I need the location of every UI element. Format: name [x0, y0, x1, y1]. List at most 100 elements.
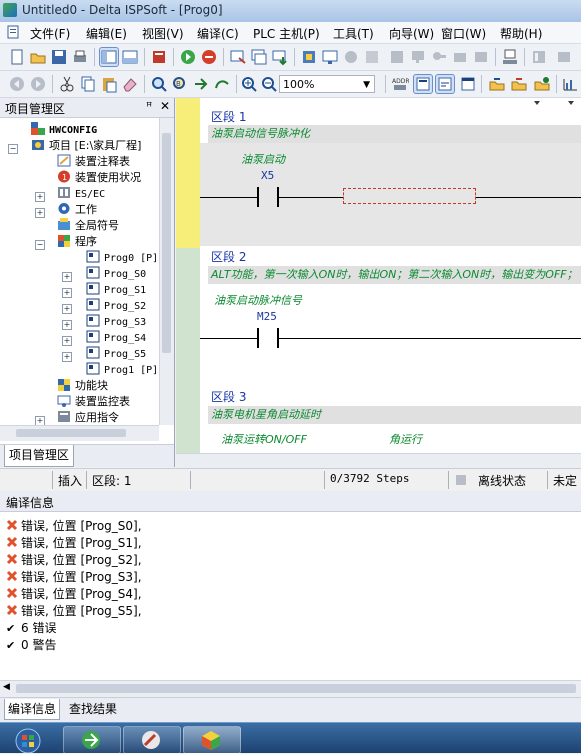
chevron-left-icon[interactable]: ◀ [3, 682, 10, 692]
upload-disabled-icon[interactable] [451, 48, 469, 66]
title-bar[interactable]: Untitled0 - Delta ISPSoft - [Prog0] [0, 0, 581, 23]
tree-item-prog-s2[interactable]: Prog_S2 [86, 298, 146, 314]
section-comment[interactable]: ALT功能，第一次输入ON时，输出ON；第二次输入ON时，输出变为OFF； [208, 266, 581, 284]
menu-view[interactable]: 视图(V) [142, 25, 184, 42]
tree-expand-prog-s0[interactable]: + [62, 272, 72, 282]
eraser-icon[interactable] [121, 75, 139, 93]
download-icon[interactable] [271, 48, 289, 66]
ladder-hscrollbar[interactable] [176, 453, 581, 468]
tree-item-prog0[interactable]: Prog0 [P] [86, 250, 158, 266]
menu-wizard[interactable]: 向导(W) [389, 25, 434, 42]
monitor-icon[interactable] [321, 48, 339, 66]
error-message[interactable]: 错误, 位置 [Prog_S4], [6, 586, 142, 603]
online-icon[interactable] [179, 48, 197, 66]
error-message[interactable]: 错误, 位置 [Prog_S2], [6, 552, 142, 569]
stop-icon[interactable] [200, 48, 218, 66]
tab-find-results[interactable]: 查找结果 [66, 699, 120, 719]
tree-item-prog-s5[interactable]: Prog_S5 [86, 346, 146, 362]
run-disabled-icon[interactable] [342, 48, 360, 66]
hscroll-thumb[interactable] [16, 429, 126, 437]
tree-item-instruction[interactable]: 应用指令 [57, 410, 119, 426]
menu-help[interactable]: 帮助(H) [500, 25, 542, 42]
zoom-in-icon[interactable] [240, 75, 258, 93]
contact-m25[interactable] [257, 328, 259, 348]
find-icon[interactable] [150, 75, 168, 93]
tree-item-prog-s1[interactable]: Prog_S1 [86, 282, 146, 298]
pin-icon[interactable]: ꟸ [146, 100, 152, 113]
menu-edit[interactable]: 编辑(E) [86, 25, 127, 42]
compile-info-panel[interactable]: 错误, 位置 [Prog_S0], 错误, 位置 [Prog_S1], 错误, … [0, 512, 581, 680]
taskbar-tool[interactable] [123, 726, 181, 754]
error-message[interactable]: 错误, 位置 [Prog_S5], [6, 603, 142, 620]
tree-expand-prog-s5[interactable]: + [62, 352, 72, 362]
tree-item-task[interactable]: 工作 [57, 202, 97, 218]
save-icon[interactable] [50, 48, 68, 66]
tree-expand-program[interactable]: − [35, 240, 45, 250]
selection-cursor[interactable] [343, 188, 476, 204]
scroll-thumb[interactable] [162, 133, 171, 353]
tree-expand-prog-s3[interactable]: + [62, 320, 72, 330]
tree-expand-task[interactable]: + [35, 208, 45, 218]
tree-item-prog-s4[interactable]: Prog_S4 [86, 330, 146, 346]
section-comment[interactable]: 油泵启动信号脉冲化 [208, 125, 581, 143]
tree-item-device-usage[interactable]: 1 装置使用状况 [57, 170, 141, 186]
paste-icon[interactable] [100, 75, 118, 93]
library-icon[interactable] [150, 48, 168, 66]
print-icon[interactable] [71, 48, 89, 66]
compile-icon[interactable] [229, 48, 247, 66]
folder-mark-icon[interactable] [533, 75, 551, 93]
tree-item-project[interactable]: 项目 [E:\家具厂程] [31, 138, 141, 154]
tab-compile-info[interactable]: 编译信息 [4, 699, 61, 720]
jump-icon[interactable] [213, 75, 231, 93]
section-comment[interactable]: 油泵电机星角启动延时 [208, 406, 581, 424]
panel-toggle-icon[interactable] [99, 47, 119, 67]
error-message[interactable]: 错误, 位置 [Prog_S0], [6, 518, 142, 535]
folder-down-icon[interactable] [510, 75, 528, 93]
back-disabled-icon[interactable] [8, 75, 26, 93]
compile-info-hscrollbar[interactable]: ◀ [0, 680, 581, 697]
goto-icon[interactable] [192, 75, 210, 93]
menu-plc[interactable]: PLC 主机(P) [253, 25, 320, 42]
tree-item-prog-s3[interactable]: Prog_S3 [86, 314, 146, 330]
project-tree-scrollbar[interactable] [159, 118, 174, 425]
taskbar-browser[interactable] [63, 726, 121, 754]
project-tree-hscrollbar[interactable] [0, 425, 159, 441]
open-folder-icon[interactable] [29, 48, 47, 66]
tree-expand-esec[interactable]: + [35, 192, 45, 202]
chat-disabled-icon[interactable] [409, 48, 427, 66]
address-icon[interactable]: ADDR [391, 75, 409, 93]
error-message[interactable]: 错误, 位置 [Prog_S3], [6, 569, 142, 586]
key-disabled-icon[interactable] [430, 48, 448, 66]
menu-file[interactable]: 文件(F) [30, 25, 70, 42]
comment-view-icon[interactable] [435, 74, 455, 94]
menu-window[interactable]: 窗口(W) [441, 25, 486, 42]
device-icon[interactable] [300, 48, 318, 66]
network-icon[interactable] [501, 48, 519, 66]
tree-expand-prog-s2[interactable]: + [62, 304, 72, 314]
replace-icon[interactable]: B [171, 75, 189, 93]
tree-item-monitor-table[interactable]: 装置监控表 [57, 394, 130, 410]
transfer-icon[interactable] [555, 48, 573, 66]
hscroll-thumb[interactable] [16, 684, 576, 693]
symbol-view-icon[interactable] [413, 74, 433, 94]
close-icon[interactable]: ✕ [160, 99, 170, 113]
tree-item-prog-s0[interactable]: Prog_S0 [86, 266, 146, 282]
taskbar-ispsoft[interactable] [183, 726, 241, 754]
chart-icon[interactable] [561, 75, 579, 93]
tree-item-comment-table[interactable]: 装置注释表 [57, 154, 130, 170]
tree-item-hwconfig[interactable]: HWCONFIG [31, 122, 97, 138]
zoom-select[interactable]: 100% ▼ [279, 75, 375, 93]
forward-disabled-icon[interactable] [29, 75, 47, 93]
start-button-icon[interactable] [8, 725, 48, 753]
output-toggle-icon[interactable] [121, 48, 139, 66]
tree-expand-prog-s1[interactable]: + [62, 288, 72, 298]
ladder-editor[interactable]: 区段 1 油泵启动信号脉冲化 油泵启动 X5 区段 2 ALT功能，第一次输入O… [176, 98, 581, 453]
exchange-disabled-icon[interactable] [472, 48, 490, 66]
menu-compile[interactable]: 编译(C) [197, 25, 239, 42]
tab-project-manager[interactable]: 项目管理区 [4, 445, 75, 467]
tree-item-function-block[interactable]: 功能块 [57, 378, 108, 394]
section-icon[interactable] [459, 75, 477, 93]
folder-up-icon[interactable] [488, 75, 506, 93]
error-message[interactable]: 错误, 位置 [Prog_S1], [6, 535, 142, 552]
tree-item-global-symbol[interactable]: 全局符号 [57, 218, 119, 234]
